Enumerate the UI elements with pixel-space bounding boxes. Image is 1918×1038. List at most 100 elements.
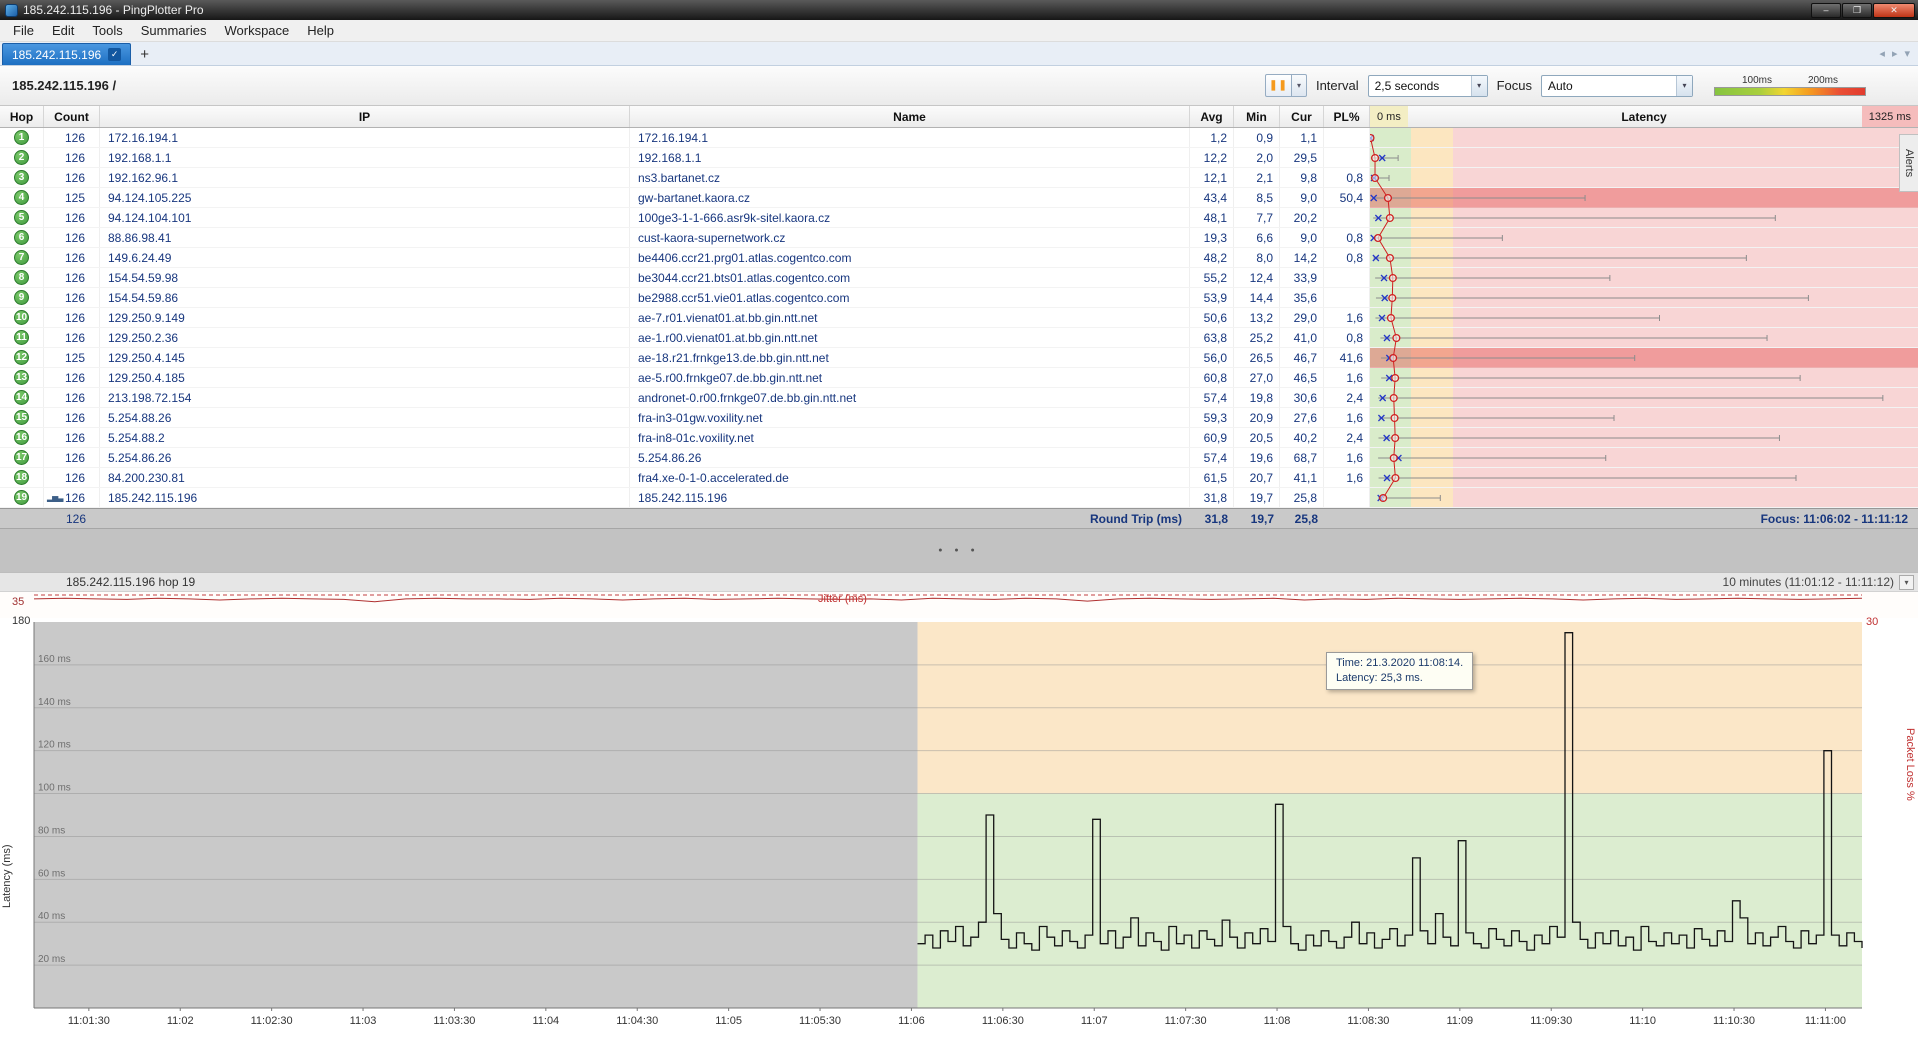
cur-cell: 9,0 [1280, 188, 1324, 207]
header-avg[interactable]: Avg [1190, 106, 1234, 127]
pl-cell: 2,4 [1324, 428, 1370, 447]
hop-cell: 2 [0, 148, 44, 167]
count-cell: 126 [44, 168, 100, 187]
avg-cell: 63,8 [1190, 328, 1234, 347]
svg-text:11:07:30: 11:07:30 [1165, 1015, 1207, 1027]
tab-nav-right-icon[interactable]: ▸ [1892, 47, 1898, 60]
interval-select[interactable]: 2,5 seconds ▾ [1368, 75, 1488, 97]
svg-text:11:05:30: 11:05:30 [799, 1015, 841, 1027]
table-row[interactable]: 8 126 154.54.59.98 be3044.ccr21.bts01.at… [0, 268, 1918, 288]
table-row[interactable]: 14 126 213.198.72.154 andronet-0.r00.frn… [0, 388, 1918, 408]
hop-cell: 6 [0, 228, 44, 247]
table-row[interactable]: 10 126 129.250.9.149 ae-7.r01.vienat01.a… [0, 308, 1918, 328]
menu-tools[interactable]: Tools [83, 21, 131, 40]
toolbar: 185.242.115.196 / ❚❚ ▾ Interval 2,5 seco… [0, 66, 1918, 106]
header-min[interactable]: Min [1234, 106, 1280, 127]
header-latency[interactable]: 0 ms Latency 1325 ms [1370, 106, 1918, 127]
ip-cell: 129.250.2.36 [100, 328, 630, 347]
panel-splitter[interactable]: ● ● ● [0, 528, 1918, 572]
hop-cell: 4 [0, 188, 44, 207]
svg-text:11:09: 11:09 [1446, 1015, 1473, 1027]
header-name[interactable]: Name [630, 106, 1190, 127]
table-row[interactable]: 15 126 5.254.88.26 fra-in3-01gw.voxility… [0, 408, 1918, 428]
ip-cell: 5.254.88.26 [100, 408, 630, 427]
maximize-button[interactable]: ❐ [1842, 3, 1872, 18]
jitter-plot [0, 592, 1918, 618]
table-row[interactable]: 19 ▂▅▃126 185.242.115.196 185.242.115.19… [0, 488, 1918, 508]
pl-cell: 0,8 [1324, 328, 1370, 347]
tab-list-icon[interactable]: ▾ [1904, 47, 1910, 60]
y-axis-title: Latency (ms) [1, 728, 13, 908]
name-cell: 192.168.1.1 [630, 148, 1190, 167]
tab-target[interactable]: 185.242.115.196 ✓ [2, 43, 131, 65]
name-cell: 172.16.194.1 [630, 128, 1190, 147]
count-cell: 126 [44, 428, 100, 447]
table-row[interactable]: 5 126 94.124.104.101 100ge3-1-1-666.asr9… [0, 208, 1918, 228]
hop-cell: 8 [0, 268, 44, 287]
graph-tooltip: Time: 21.3.2020 11:08:14. Latency: 25,3 … [1326, 652, 1473, 690]
ip-cell: 154.54.59.98 [100, 268, 630, 287]
minimize-button[interactable]: – [1811, 3, 1841, 18]
range-dropdown-icon[interactable]: ▾ [1899, 575, 1914, 590]
hop-badge: 12 [14, 350, 29, 365]
avg-cell: 57,4 [1190, 448, 1234, 467]
menu-help[interactable]: Help [298, 21, 343, 40]
pl-cell [1324, 128, 1370, 147]
count-cell: ▂▅▃126 [44, 488, 100, 507]
menu-edit[interactable]: Edit [43, 21, 83, 40]
svg-text:11:04: 11:04 [532, 1015, 559, 1027]
min-cell: 20,9 [1234, 408, 1280, 427]
ip-cell: 213.198.72.154 [100, 388, 630, 407]
table-row[interactable]: 12 125 129.250.4.145 ae-18.r21.frnkge13.… [0, 348, 1918, 368]
table-row[interactable]: 16 126 5.254.88.2 fra-in8-01c.voxility.n… [0, 428, 1918, 448]
count-cell: 125 [44, 188, 100, 207]
tab-nav-left-icon[interactable]: ◂ [1879, 47, 1885, 60]
table-row[interactable]: 1 126 172.16.194.1 172.16.194.1 1,2 0,9 … [0, 128, 1918, 148]
cur-cell: 40,2 [1280, 428, 1324, 447]
table-row[interactable]: 2 126 192.168.1.1 192.168.1.1 12,2 2,0 2… [0, 148, 1918, 168]
focus-value: Auto [1542, 79, 1676, 93]
summary-count: 126 [44, 509, 100, 528]
tooltip-latency: Latency: 25,3 ms. [1336, 671, 1463, 686]
table-row[interactable]: 18 126 84.200.230.81 fra4.xe-0-1-0.accel… [0, 468, 1918, 488]
latency-cell [1370, 168, 1918, 187]
table-row[interactable]: 11 126 129.250.2.36 ae-1.r00.vienat01.at… [0, 328, 1918, 348]
pl-cell: 1,6 [1324, 308, 1370, 327]
menu-file[interactable]: File [4, 21, 43, 40]
pause-button[interactable]: ❚❚ [1265, 74, 1292, 97]
min-cell: 20,7 [1234, 468, 1280, 487]
cur-cell: 68,7 [1280, 448, 1324, 467]
header-cur[interactable]: Cur [1280, 106, 1324, 127]
new-tab-button[interactable]: + [131, 46, 158, 65]
timeline-range[interactable]: 10 minutes (11:01:12 - 11:11:12) [1723, 575, 1894, 589]
header-ip[interactable]: IP [100, 106, 630, 127]
hop-badge: 5 [14, 210, 29, 225]
hop-badge: 10 [14, 310, 29, 325]
close-button[interactable]: ✕ [1873, 3, 1915, 18]
header-pl[interactable]: PL% [1324, 106, 1370, 127]
focus-select[interactable]: Auto ▾ [1541, 75, 1693, 97]
table-row[interactable]: 4 125 94.124.105.225 gw-bartanet.kaora.c… [0, 188, 1918, 208]
table-row[interactable]: 13 126 129.250.4.185 ae-5.r00.frnkge07.d… [0, 368, 1918, 388]
latency-timeline-graph[interactable]: 180 Latency (ms) 30 Packet Loss % 20 ms4… [0, 618, 1918, 1038]
table-row[interactable]: 9 126 154.54.59.86 be2988.ccr51.vie01.at… [0, 288, 1918, 308]
interval-label: Interval [1316, 78, 1359, 93]
svg-text:11:09:30: 11:09:30 [1530, 1015, 1572, 1027]
min-cell: 26,5 [1234, 348, 1280, 367]
table-row[interactable]: 6 126 88.86.98.41 cust-kaora-supernetwor… [0, 228, 1918, 248]
latency-scale-max: 1325 ms [1862, 106, 1918, 127]
table-row[interactable]: 17 126 5.254.86.26 5.254.86.26 57,4 19,6… [0, 448, 1918, 468]
svg-text:100 ms: 100 ms [38, 783, 71, 794]
pl-cell [1324, 288, 1370, 307]
header-hop[interactable]: Hop [0, 106, 44, 127]
menu-summaries[interactable]: Summaries [132, 21, 216, 40]
hop-badge: 3 [14, 170, 29, 185]
menu-workspace[interactable]: Workspace [215, 21, 298, 40]
table-row[interactable]: 3 126 192.162.96.1 ns3.bartanet.cz 12,1 … [0, 168, 1918, 188]
count-cell: 126 [44, 468, 100, 487]
header-count[interactable]: Count [44, 106, 100, 127]
alerts-side-tab[interactable]: Alerts [1899, 134, 1918, 192]
svg-text:11:03: 11:03 [350, 1015, 377, 1027]
table-row[interactable]: 7 126 149.6.24.49 be4406.ccr21.prg01.atl… [0, 248, 1918, 268]
pause-dropdown-icon[interactable]: ▾ [1292, 74, 1307, 97]
